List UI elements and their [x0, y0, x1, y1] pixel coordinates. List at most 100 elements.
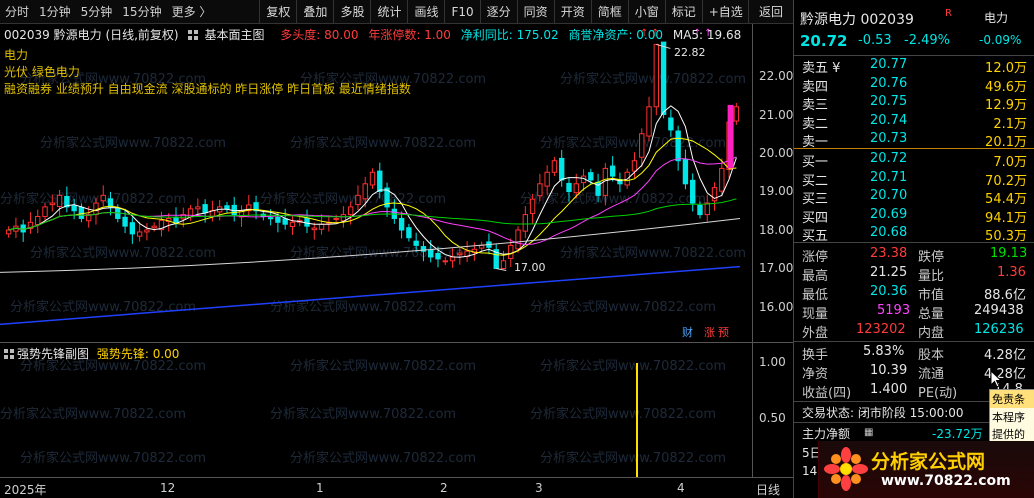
candle-down: [224, 205, 230, 210]
candle-down: [398, 217, 405, 231]
kline-chart[interactable]: ↑ ↑ ↑ ↑: [0, 24, 752, 342]
candle-down: [435, 252, 441, 260]
bid-volume: 54.4万: [985, 192, 1027, 208]
candle-up: [56, 194, 63, 208]
candle-up: [449, 256, 456, 262]
open-capital-button[interactable]: 开资: [553, 0, 591, 24]
eps: 1.400: [870, 382, 908, 397]
candle-down: [202, 204, 208, 214]
candle-down: [413, 240, 419, 246]
overlay-button[interactable]: 叠加: [296, 0, 333, 24]
mark-button[interactable]: 标记: [664, 0, 702, 24]
bid-row[interactable]: 买四 20.69 94.1万: [794, 206, 1034, 226]
candle-up: [355, 194, 361, 206]
sub-tick: 0.50: [759, 411, 786, 425]
quote-title-row: 黔源电力 002039 R 电力: [794, 8, 1034, 28]
sub-template-name[interactable]: 强势先锋副图: [4, 347, 89, 361]
back-button[interactable]: 返回: [748, 0, 793, 24]
stat-row: 涨停 23.38 跌停 19.13: [794, 245, 1034, 265]
feature-tags: 融资融券 业绩预升 自由现金流 深股通标的 昨日涨停 昨日首板 最近情绪指数: [4, 82, 411, 96]
ask-row[interactable]: 卖二 20.74 2.1万: [794, 112, 1034, 132]
bid-row[interactable]: 买五 20.68 50.3万: [794, 224, 1034, 244]
bid-row[interactable]: 买一 20.72 7.0万: [794, 150, 1034, 170]
ask-price: 20.76: [870, 75, 908, 91]
draw-line-button[interactable]: 画线: [407, 0, 444, 24]
candle-down: [282, 218, 288, 225]
period-tab[interactable]: 15分钟: [117, 3, 166, 20]
bid-row[interactable]: 买二 20.71 70.2万: [794, 169, 1034, 189]
ask-row[interactable]: 卖四 20.76 49.6万: [794, 75, 1034, 95]
stat-label: 现量: [802, 307, 829, 322]
time-tick: 3: [535, 481, 543, 495]
candle-down: [668, 117, 674, 131]
candle-down: [129, 222, 136, 235]
bid-row[interactable]: 买三 20.70 54.4万: [794, 187, 1034, 208]
fuquan-button[interactable]: 复权: [259, 0, 296, 24]
sector-name[interactable]: 电力: [984, 9, 1008, 26]
by-minute-button[interactable]: 逐分: [479, 0, 517, 24]
low-price: 20.36: [870, 284, 908, 299]
candle-up: [573, 183, 579, 194]
finance-badge[interactable]: 财: [680, 326, 695, 340]
candle-up: [340, 214, 347, 222]
outer-volume: 123202: [856, 322, 906, 337]
sector-change-pct: -0.09%: [979, 33, 1022, 47]
multi-stock-button[interactable]: 多股: [333, 0, 370, 24]
spread-divider: [794, 148, 1034, 149]
stat-label: 换手: [802, 348, 829, 363]
candle-up: [369, 171, 376, 186]
small-window-button[interactable]: 小窗: [627, 0, 665, 24]
disclaimer-line: 本程序: [992, 411, 1025, 424]
stat-label: 流通: [918, 367, 945, 382]
candle-down: [428, 249, 434, 258]
candle-down: [682, 159, 689, 185]
period-tab[interactable]: 1分钟: [34, 3, 76, 20]
candle-down: [122, 216, 128, 227]
candle-up: [318, 223, 325, 230]
ask-row[interactable]: 卖三 20.75 12.9万: [794, 93, 1034, 113]
limit-up-badge[interactable]: 涨: [702, 326, 717, 340]
statistics-button[interactable]: 统计: [370, 0, 407, 24]
forecast-badge[interactable]: 预: [716, 326, 731, 340]
add-watchlist-button[interactable]: +自选: [701, 0, 749, 24]
candle-down: [690, 179, 696, 204]
candle-up: [631, 160, 638, 172]
year-limit-value: 年涨停数: 1.00: [368, 28, 451, 42]
r-badge: R: [945, 8, 952, 19]
period-tab[interactable]: 5分钟: [76, 3, 118, 20]
ma10-line: [8, 137, 737, 256]
period-tab[interactable]: 分时: [0, 3, 34, 20]
main-chart[interactable]: 分析家公式网www.70822.com 分析家公式网www.70822.com …: [0, 24, 793, 342]
candle-up: [144, 229, 150, 233]
more-periods[interactable]: 更多 〉: [167, 3, 217, 20]
simple-frame-button[interactable]: 简框: [590, 0, 628, 24]
time-axis: 2025年 12 1 2 3 4 日线: [0, 477, 793, 498]
watermark: 分析家公式网www.70822.com: [290, 359, 477, 374]
candle-down: [304, 217, 310, 227]
watermark: 分析家公式网www.70822.com: [530, 407, 717, 422]
candle-up: [311, 227, 317, 231]
template-label: 基本面主图: [204, 28, 265, 42]
ask-volume: 2.1万: [993, 116, 1027, 132]
same-capital-button[interactable]: 同资: [516, 0, 554, 24]
sub-grid-icon: [4, 349, 14, 359]
watermark: 分析家公式网www.70822.com: [540, 359, 727, 374]
f10-button[interactable]: F10: [444, 0, 479, 24]
period-label[interactable]: 日线: [756, 481, 780, 498]
site-logo: 分析家公式网 www.70822.com: [818, 441, 1034, 498]
multi-head-value: 多头度: 80.00: [280, 28, 359, 42]
candle-down: [20, 224, 26, 233]
strength-bar: [636, 363, 638, 477]
template-name[interactable]: 基本面主图: [188, 28, 270, 42]
stat-label: 市值: [918, 288, 945, 303]
price-tick: 16.00: [759, 300, 794, 314]
candle-up: [100, 194, 106, 202]
candle-down: [588, 172, 594, 181]
main-flow-value: -23.72万: [932, 427, 983, 441]
ask-row[interactable]: 卖一 20.73 20.1万: [794, 130, 1034, 150]
sub-chart[interactable]: 分析家公式网www.70822.com 分析家公式网www.70822.com …: [0, 342, 793, 477]
candle-up: [515, 229, 521, 250]
ask-row[interactable]: 卖五 ¥ 20.77 12.0万: [794, 56, 1034, 76]
price-axis: 22.00 21.00 20.00 19.00 18.00 17.00 16.0…: [752, 24, 793, 342]
candle-up: [333, 217, 339, 220]
